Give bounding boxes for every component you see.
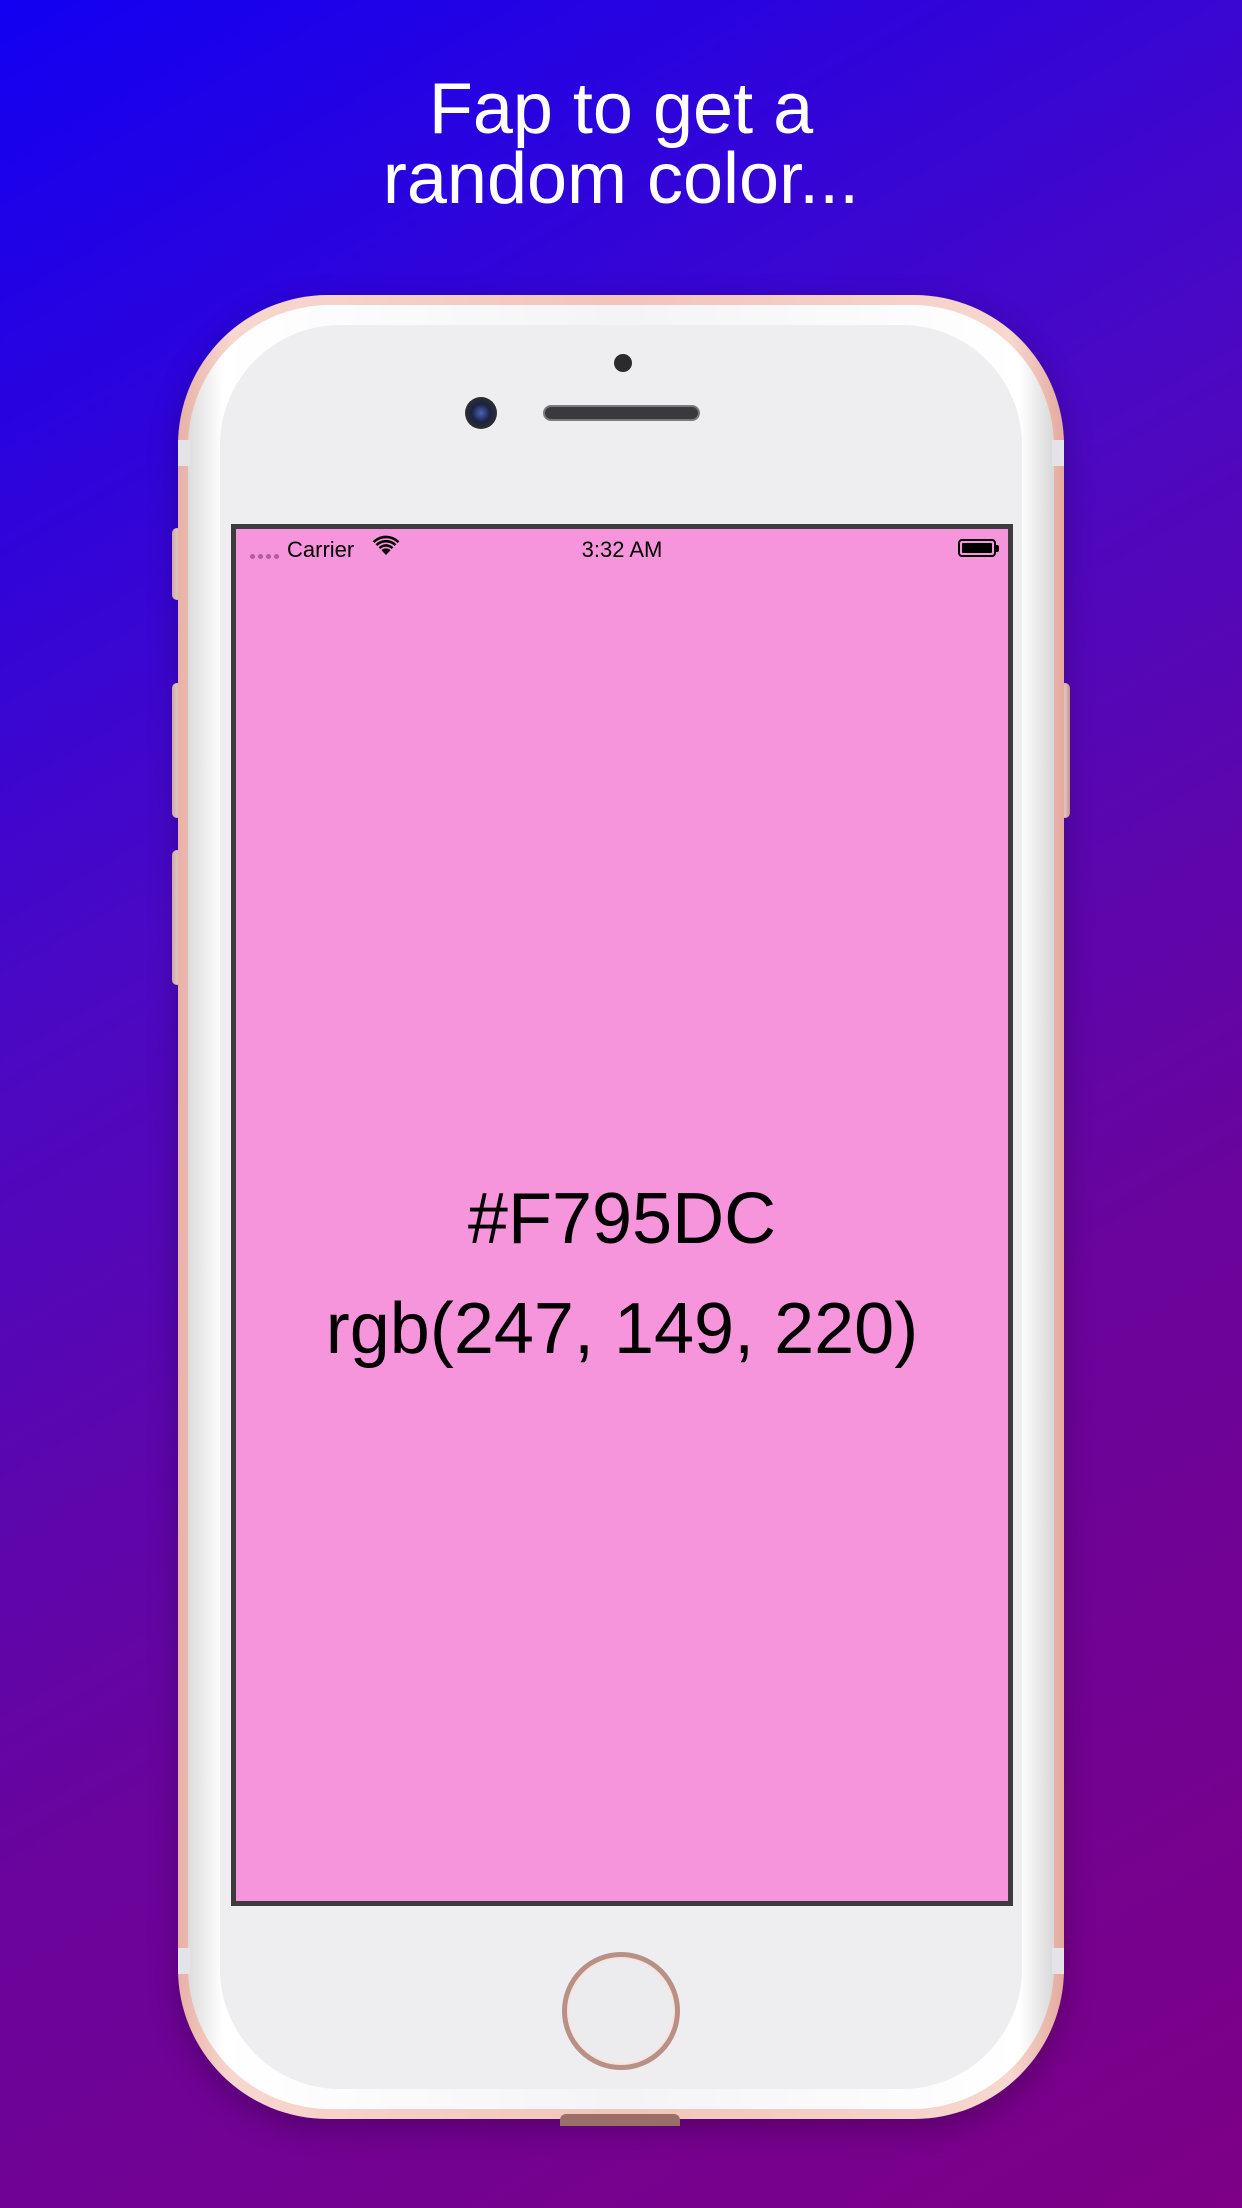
phone-screen: Carrier 3:32 AM #F795DC rgb(247, 149, 22… <box>231 524 1013 1906</box>
earpiece-speaker <box>543 405 700 421</box>
hex-color-label: #F795DC <box>467 1179 777 1259</box>
status-time: 3:32 AM <box>581 537 663 562</box>
color-screen[interactable]: Carrier 3:32 AM #F795DC rgb(247, 149, 22… <box>236 529 1008 1901</box>
headline: Fap to get a random color... <box>0 69 1242 219</box>
antenna-band <box>1052 1948 1064 1974</box>
proximity-sensor <box>614 354 632 372</box>
headline-line-2: random color... <box>382 139 860 219</box>
antenna-band <box>178 440 190 466</box>
status-bar: Carrier 3:32 AM <box>236 529 1008 569</box>
front-camera-icon <box>465 397 497 429</box>
lightning-port <box>560 2114 680 2126</box>
rgb-color-label: rgb(247, 149, 220) <box>325 1289 919 1369</box>
antenna-band <box>1052 440 1064 466</box>
battery-icon <box>958 539 999 557</box>
headline-line-1: Fap to get a <box>428 69 814 149</box>
antenna-band <box>178 1948 190 1974</box>
home-button <box>562 1952 680 2070</box>
